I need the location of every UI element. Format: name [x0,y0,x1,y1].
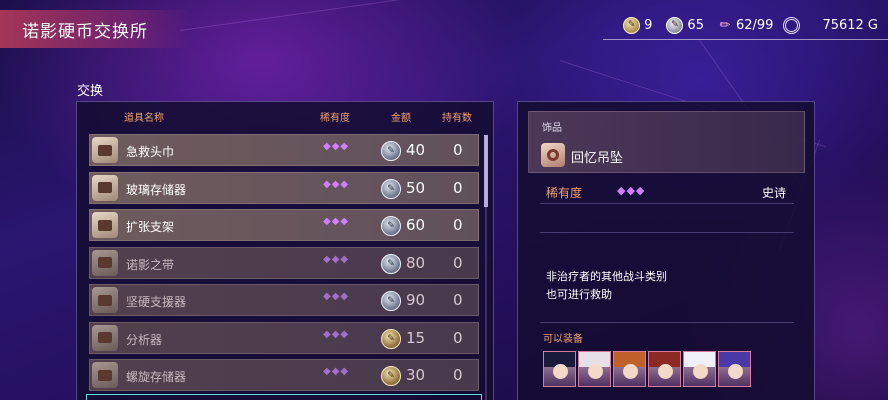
divider [540,232,794,233]
page-title: 诺影硬币交换所 [22,21,148,42]
item-owned-count: 0 [453,253,463,272]
item-rarity: ◆◆◆ [323,328,350,340]
item-owned-count: 0 [453,328,463,347]
title-bar: 诺影硬币交换所 [0,10,190,48]
pendant-icon [541,143,565,167]
item-rarity: ◆◆◆ [323,291,350,302]
item-rarity: ◆◆◆ [323,216,350,227]
item-rarity: ◆◆◆ [323,253,350,265]
gold-coin-icon: ✎ [623,16,641,34]
gold-currency-amount: 75612 G [822,17,878,33]
silver-coin-icon: ✎ [381,291,401,311]
item-owned-count: 0 [453,141,463,159]
item-description-line: 也可进行救助 [546,288,612,301]
silver-coin-count: 65 [687,17,704,33]
silver-coin-icon: ✎ [666,16,684,34]
pen-count: 62/99 [735,17,774,33]
gold-coin-icon: ✎ [381,366,401,386]
item-owned-count: 0 [453,366,463,384]
scrollbar-thumb[interactable] [484,135,488,207]
item-row[interactable]: 玻璃存储器 ◆◆◆ ✎ 50 0 [89,171,479,204]
equippable-label: 可以装备 [543,334,583,345]
divider [540,322,794,323]
character-portrait[interactable] [648,351,681,387]
item-rarity: ◆◆◆ [323,178,350,190]
item-price: 15 [406,328,426,347]
item-price: 60 [406,216,426,234]
item-name: 急救头巾 [126,145,175,159]
item-icon [92,287,118,313]
selection-highlight [86,394,482,400]
column-header-name: 道具名称 [124,113,164,124]
item-detail-header [528,111,805,173]
item-price: 90 [406,291,426,309]
item-row[interactable]: 急救头巾 ◆◆◆ ✎ 40 0 [89,134,479,166]
gold-currency-icon [783,16,801,34]
item-icon [92,362,118,388]
gold-coin-icon: ✎ [381,328,401,349]
silver-coin-icon: ✎ [381,253,401,274]
item-description: 非治疗者的其他战斗类别 也可进行救助 [546,268,667,304]
pen-counter: ✏ 62/99 [718,16,822,34]
item-name: 诺影之带 [126,257,175,272]
item-price: 30 [406,366,426,384]
silver-coin-icon: ✎ [381,216,401,236]
item-icon [92,137,118,163]
rarity-label: 稀有度 [546,186,583,200]
item-owned-count: 0 [453,291,463,309]
silver-coin-counter: ✎ 65 [666,16,704,34]
gold-coin-counter: ✎ 9 [623,16,653,34]
item-price: 40 [406,141,426,159]
rarity-value: 史诗 [762,186,787,200]
item-price: 50 [406,178,426,197]
silver-coin-icon: ✎ [381,141,401,161]
item-icon [92,174,118,201]
character-portrait[interactable] [613,351,646,387]
character-portrait[interactable] [543,351,576,387]
gold-currency-counter: 75612 G [822,18,878,33]
gold-coin-count: 9 [644,17,653,33]
item-name: 坚硬支援器 [126,295,187,309]
item-owned-count: 0 [453,178,463,197]
item-rarity: ◆◆◆ [323,366,350,377]
item-row[interactable]: 扩张支架 ◆◆◆ ✎ 60 0 [89,209,479,241]
resource-bar: ✎ 9 ✎ 65 ✏ 62/99 75612 G [609,14,888,36]
silver-coin-icon: ✎ [381,178,401,199]
item-name: 回忆吊坠 [571,151,624,166]
item-row[interactable]: 坚硬支援器 ◆◆◆ ✎ 90 0 [89,284,479,316]
item-category: 饰品 [542,123,562,134]
item-icon [92,249,118,276]
pen-icon: ✏ [719,17,731,33]
item-description-line: 非治疗者的其他战斗类别 [546,270,667,283]
item-icon [92,212,118,238]
divider [540,203,794,204]
item-owned-count: 0 [453,216,463,234]
item-row[interactable]: 诺影之带 ◆◆◆ ✎ 80 0 [89,246,479,279]
item-name: 扩张支架 [126,220,175,234]
character-portrait[interactable] [683,351,716,387]
item-icon [92,324,118,351]
item-name: 玻璃存储器 [126,182,187,197]
item-price: 80 [406,253,426,272]
rarity-diamonds: ◆◆◆ [617,184,646,197]
item-rarity: ◆◆◆ [323,141,350,152]
character-portrait[interactable] [718,351,751,387]
section-label-exchange: 交换 [77,84,104,99]
column-header-rarity: 稀有度 [320,113,350,124]
column-header-price: 金额 [391,113,411,124]
item-name: 分析器 [126,332,163,347]
background-line [180,0,478,31]
item-row[interactable]: 螺旋存储器 ◆◆◆ ✎ 30 0 [89,359,479,391]
item-row[interactable]: 分析器 ◆◆◆ ✎ 15 0 [89,321,479,354]
character-portrait[interactable] [578,351,611,387]
item-name: 螺旋存储器 [126,370,187,384]
resource-underline [603,39,888,40]
column-header-owned: 持有数 [442,113,472,124]
